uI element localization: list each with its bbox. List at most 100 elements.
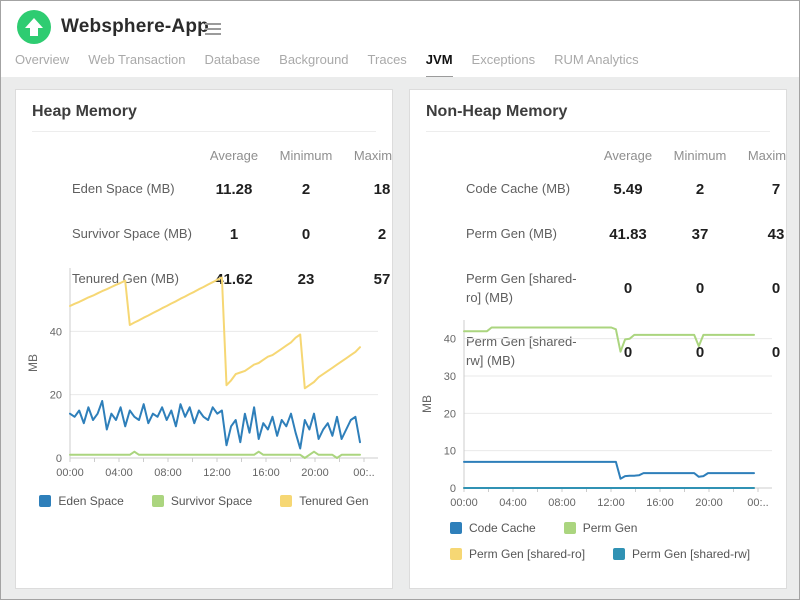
legend-swatch-icon xyxy=(151,495,164,507)
svg-text:00:..: 00:.. xyxy=(747,497,768,509)
tab-traces[interactable]: Traces xyxy=(368,52,407,79)
table-row: Eden Space (MB) 11.28 2 18 xyxy=(16,167,392,212)
tab-overview[interactable]: Overview xyxy=(15,52,69,79)
tab-rum-analytics[interactable]: RUM Analytics xyxy=(554,52,639,79)
svg-text:08:00: 08:00 xyxy=(154,467,182,479)
svg-text:00:00: 00:00 xyxy=(450,497,478,509)
legend-swatch-icon xyxy=(39,495,52,507)
legend-label: Perm Gen xyxy=(582,521,638,535)
heap-maximum-value: 2 xyxy=(377,225,387,243)
up-arrow-icon xyxy=(17,10,51,44)
heap-minimum-value: 2 xyxy=(301,180,311,198)
nonheap-header-minimum: Minimum xyxy=(673,148,727,163)
legend-item-survivor-space[interactable]: Survivor Space xyxy=(151,494,253,508)
svg-text:16:00: 16:00 xyxy=(252,467,280,479)
svg-text:0: 0 xyxy=(56,453,62,465)
legend-item-tenured-gen[interactable]: Tenured Gen xyxy=(280,494,369,508)
legend-swatch-icon xyxy=(280,495,293,507)
legend-item-perm-gen-shared-ro-[interactable]: Perm Gen [shared-ro] xyxy=(450,547,585,561)
nonheap-minimum-value: 0 xyxy=(695,280,705,298)
table-row: Perm Gen (MB) 41.83 37 43 xyxy=(410,212,786,257)
svg-text:00:00: 00:00 xyxy=(56,467,84,479)
heap-chart-legend: Eden Space Survivor Space Tenured Gen xyxy=(16,494,392,508)
svg-text:40: 40 xyxy=(50,326,62,338)
svg-text:12:00: 12:00 xyxy=(597,497,625,509)
legend-label: Perm Gen [shared-ro] xyxy=(469,547,586,561)
svg-text:04:00: 04:00 xyxy=(105,467,133,479)
svg-text:00:..: 00:.. xyxy=(353,467,374,479)
hamburger-icon[interactable] xyxy=(205,23,221,38)
heap-memory-chart: 0 20 40 00:00 04:00 08:00 12:00 16:00 20:00 00:..… xyxy=(26,268,378,479)
tab-exceptions[interactable]: Exceptions xyxy=(472,52,536,79)
svg-text:MB: MB xyxy=(420,395,434,413)
heap-minimum-value: 0 xyxy=(301,225,311,243)
legend-item-eden-space[interactable]: Eden Space xyxy=(39,494,124,508)
heap-maximum-value: 18 xyxy=(373,180,391,198)
table-row: Survivor Space (MB) 1 0 2 xyxy=(16,212,392,257)
heap-header-row: Average Minimum Maximum xyxy=(16,138,393,167)
legend-label: Code Cache xyxy=(469,521,536,535)
heap-average-value: 1 xyxy=(229,225,239,243)
legend-label: Tenured Gen xyxy=(299,494,369,508)
heap-header-average: Average xyxy=(209,148,259,163)
tab-background[interactable]: Background xyxy=(279,52,348,79)
table-row: Code Cache (MB) 5.49 2 7 xyxy=(410,167,786,212)
legend-label: Perm Gen [shared-rw] xyxy=(632,547,751,561)
heap-panel-title: Heap Memory xyxy=(32,103,376,132)
nonheap-chart-legend-row2: Perm Gen [shared-ro] Perm Gen [shared-rw] xyxy=(450,547,750,561)
nonheap-average-value: 0 xyxy=(623,280,633,298)
nonheap-maximum-value: 7 xyxy=(771,180,781,198)
heap-row-label: Survivor Space (MB) xyxy=(72,225,192,241)
svg-text:08:00: 08:00 xyxy=(548,497,576,509)
nonheap-maximum-value: 0 xyxy=(771,280,781,298)
nonheap-average-value: 41.83 xyxy=(609,225,647,243)
nonheap-panel-title: Non-Heap Memory xyxy=(426,103,770,132)
legend-swatch-icon xyxy=(450,548,462,560)
nonheap-minimum-value: 2 xyxy=(695,180,705,198)
nonheap-chart-legend-row1: Code Cache Perm Gen xyxy=(450,521,637,535)
legend-swatch-icon xyxy=(563,522,576,534)
header: Websphere-App Overview Web Transaction Dat… xyxy=(1,1,799,79)
svg-text:20: 20 xyxy=(444,408,456,420)
nonheap-minimum-value: 37 xyxy=(691,225,709,243)
svg-text:16:00: 16:00 xyxy=(646,497,674,509)
svg-text:10: 10 xyxy=(444,446,456,458)
nonheap-maximum-value: 43 xyxy=(767,225,785,243)
svg-text:12:00: 12:00 xyxy=(203,467,231,479)
tab-jvm[interactable]: JVM xyxy=(425,52,453,79)
app-title: Websphere-App xyxy=(61,16,209,37)
heap-row-label: Eden Space (MB) xyxy=(72,181,175,196)
legend-item-perm-gen[interactable]: Perm Gen xyxy=(563,521,638,535)
table-row: Perm Gen [shared-ro] (MB) 0 0 0 xyxy=(410,257,786,321)
svg-text:20: 20 xyxy=(50,390,62,402)
nonheap-row-label: Perm Gen (MB) xyxy=(466,225,558,241)
legend-item-code-cache[interactable]: Code Cache xyxy=(450,521,536,535)
nonheap-header-average: Average xyxy=(603,148,653,163)
legend-swatch-icon xyxy=(450,522,462,534)
svg-text:20:00: 20:00 xyxy=(301,467,329,479)
legend-label: Survivor Space xyxy=(170,494,253,508)
heap-memory-panel: Heap Memory Average Minimum Maximum Eden Sp… xyxy=(15,89,393,589)
svg-text:30: 30 xyxy=(444,371,456,383)
heap-average-value: 11.28 xyxy=(215,180,253,198)
tab-web-transaction[interactable]: Web Transaction xyxy=(88,52,185,79)
heap-header-maximum: Maximum xyxy=(353,148,393,163)
app-status-icon xyxy=(17,10,51,44)
tab-bar: Overview Web Transaction Database Backgroun… xyxy=(15,52,639,79)
content-area: Heap Memory Average Minimum Maximum Eden Sp… xyxy=(1,77,799,599)
nonheap-header-maximum: Maximum xyxy=(747,148,787,163)
legend-item-perm-gen-shared-rw-[interactable]: Perm Gen [shared-rw] xyxy=(613,547,750,561)
svg-text:20:00: 20:00 xyxy=(695,497,723,509)
nonheap-row-label: Perm Gen [shared-ro] (MB) xyxy=(466,270,577,305)
heap-header-minimum: Minimum xyxy=(279,148,333,163)
nonheap-row-label: Code Cache (MB) xyxy=(466,181,571,196)
legend-swatch-icon xyxy=(613,548,626,560)
nonheap-average-value: 5.49 xyxy=(613,180,643,198)
legend-label: Eden Space xyxy=(58,494,124,508)
nonheap-header-row: Average Minimum Maximum xyxy=(410,138,787,167)
app-window: Websphere-App Overview Web Transaction Dat… xyxy=(0,0,800,600)
svg-text:0: 0 xyxy=(450,483,456,495)
svg-text:40: 40 xyxy=(444,334,456,346)
tab-database[interactable]: Database xyxy=(205,52,261,79)
svg-text:04:00: 04:00 xyxy=(499,497,527,509)
